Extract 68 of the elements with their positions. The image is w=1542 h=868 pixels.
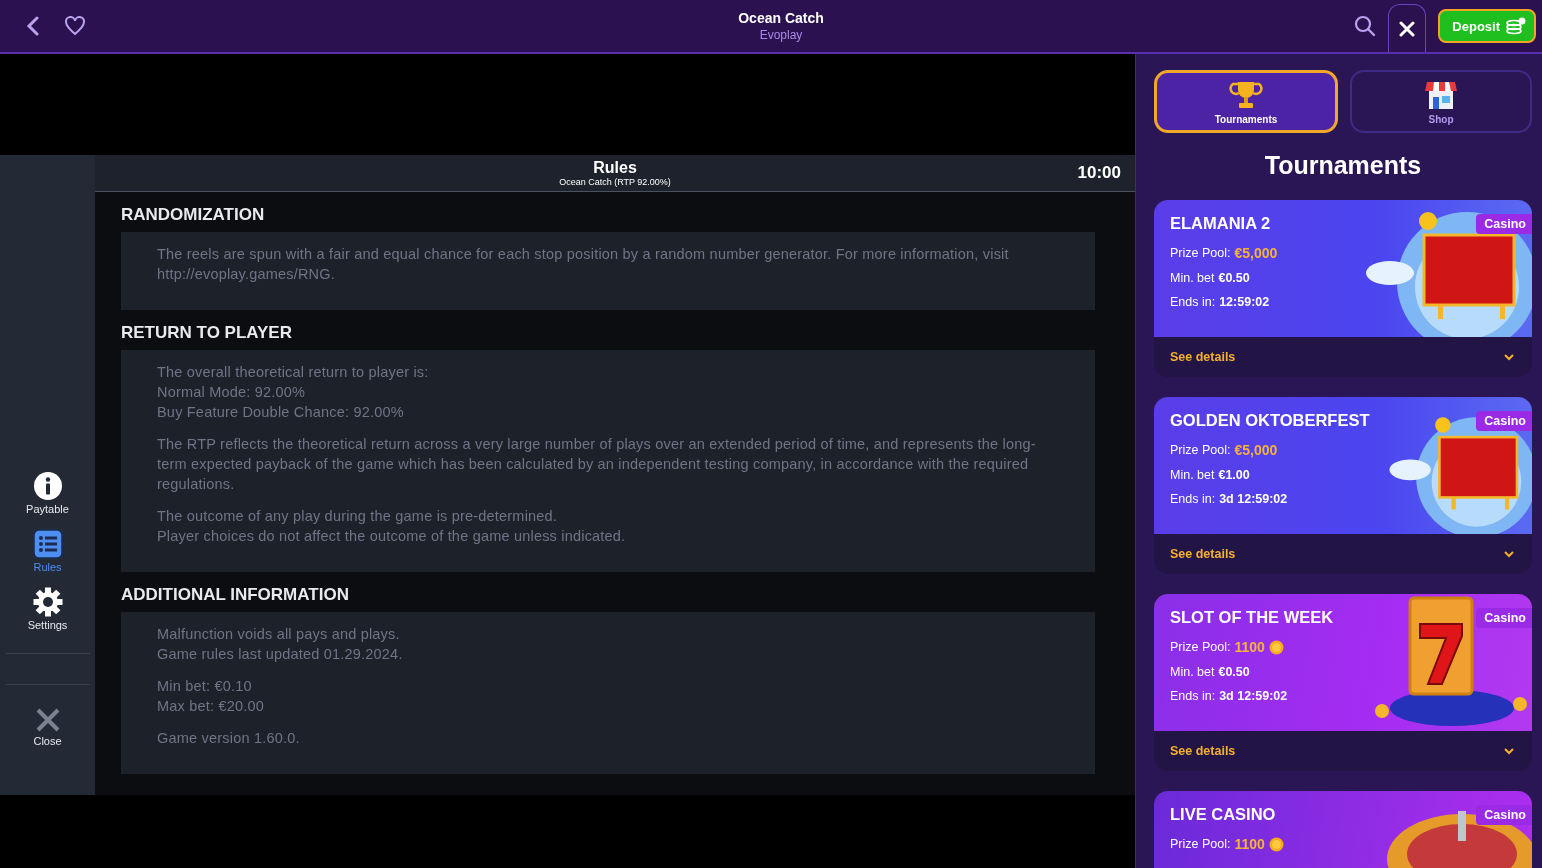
rules-text: Malfunction voids all pays and plays. [157,625,401,644]
prize-label: Prize Pool: [1170,640,1231,654]
prize-label: Prize Pool: [1170,246,1231,260]
panel-tab[interactable]: Shop [1350,70,1532,133]
category-badge: Casino [1476,805,1532,825]
chevron-down-icon [1504,550,1514,558]
prize-value: 1100 [1234,836,1265,852]
menu-item[interactable]: Paytable [26,471,69,515]
ends-value: 12:59:02 [1219,295,1270,309]
see-details-button[interactable]: See details [1154,731,1532,771]
rules-text: The outcome of any play during the game is pre-determined. [157,507,559,526]
min-bet-value: €1.00 [1218,468,1250,482]
close-icon [1399,20,1416,37]
tournament-title: SLOT OF THE WEEK [1170,608,1334,627]
chevron-down-icon [1504,353,1514,361]
category-badge: Casino [1476,214,1532,234]
game-title: Ocean Catch [738,10,824,26]
rules-text: The overall theoretical return to player is: [157,363,430,382]
section-heading: ADDITIONAL INFORMATION [121,584,350,606]
panel-title: Tournaments [1263,151,1423,180]
tournament-title: LIVE CASINO [1170,805,1277,824]
rules-text: Buy Feature Double Chance: 92.00% [157,403,405,422]
category-badge: Casino [1476,411,1532,431]
see-details-button[interactable]: See details [1154,534,1532,574]
min-bet-value: €0.50 [1218,271,1250,285]
prize-label: Prize Pool: [1170,443,1231,457]
min-bet-label: Min. bet [1170,271,1215,285]
ends-label: Ends in: [1170,295,1216,309]
section-heading: RETURN TO PLAYER [121,322,293,344]
rules-text: The RTP reflects the theoretical return across a very large number of plays over an extended period of time, and represents the long-term expected payback of the game which has been calculated by an independent testing company, in accordance with the required regulations. [157,435,1037,494]
chevron-down-icon [1504,747,1514,755]
rules-text: Player choices do not affect the outcome of the game unless indicated. [157,527,627,546]
rules-title: Rules [592,159,638,177]
rules-text: Game rules last updated 01.29.2024. [157,645,404,664]
section-heading: RANDOMIZATION [121,204,266,226]
coin-icon [1268,836,1284,852]
min-bet-label: Min. bet [1170,665,1215,679]
prize-value: 1100 [1234,639,1265,655]
ends-value: 3d 12:59:02 [1219,689,1288,703]
coin-stack-icon [1506,17,1526,35]
tournament-title: ELAMANIA 2 [1170,214,1272,233]
heart-icon[interactable] [64,16,86,36]
ends-value: 3d 12:59:02 [1219,492,1288,506]
min-bet-label: Min. bet [1170,468,1215,482]
game-provider: Evoplay [758,28,804,42]
category-badge: Casino [1476,608,1532,628]
ends-label: Ends in: [1170,689,1216,703]
rules-text: Normal Mode: 92.00% [157,383,307,402]
prize-value: €5,000 [1234,245,1278,261]
min-bet-value: €0.50 [1218,665,1250,679]
rules-text: Max bet: €20.00 [157,697,265,716]
rules-text: The reels are spun with a fair and equal chance for each stop position by a random number generator. For more information, visit http://evoplay.games/RNG. [157,245,1010,284]
rules-subtitle: Ocean Catch (RTP 92.00%) [559,177,671,187]
close-button[interactable] [1388,4,1427,52]
tournament-title: GOLDEN OKTOBERFEST [1170,411,1370,430]
see-details-button[interactable]: See details [1154,337,1532,377]
rules-text: Min bet: €0.10 [157,677,253,696]
prize-value: €5,000 [1234,442,1278,458]
prize-label: Prize Pool: [1170,837,1231,851]
ends-label: Ends in: [1170,492,1216,506]
rules-text: Game version 1.60.0. [157,729,301,748]
coin-icon [1268,639,1284,655]
menu-item[interactable]: Close [33,707,62,747]
panel-tab[interactable]: Tournaments [1154,70,1338,133]
clock: 10:00 [1077,163,1121,183]
search-icon[interactable] [1354,15,1377,37]
menu-item[interactable]: Settings [27,587,68,631]
back-icon[interactable] [26,16,40,36]
